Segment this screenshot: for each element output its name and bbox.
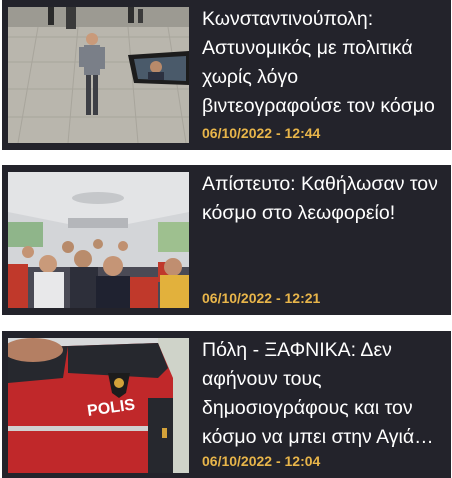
- article-date: 06/10/2022 - 12:04: [202, 453, 321, 469]
- article-card[interactable]: POLIS Πόλη - ΞΑΦΝΙΚΑ: Δεν αφήνουν τους δ…: [2, 331, 451, 478]
- article-thumbnail[interactable]: POLIS: [8, 338, 189, 473]
- article-title[interactable]: Πόλη - ΞΑΦΝΙΚΑ: Δεν αφήνουν τους δημοσιο…: [202, 336, 443, 452]
- article-thumbnail[interactable]: [8, 7, 189, 143]
- article-date: 06/10/2022 - 12:21: [202, 290, 321, 306]
- news-feed: Κωνσταντινούπολη: Αστυνομικός με πολιτικ…: [0, 0, 452, 478]
- article-title[interactable]: Απίστευτο: Καθήλωσαν τον κόσμο στο λεωφο…: [202, 170, 443, 228]
- article-date: 06/10/2022 - 12:44: [202, 125, 321, 141]
- article-title[interactable]: Κωνσταντινούπολη: Αστυνομικός με πολιτικ…: [202, 5, 443, 121]
- article-card[interactable]: Κωνσταντινούπολη: Αστυνομικός με πολιτικ…: [2, 0, 451, 150]
- article-info: Πόλη - ΞΑΦΝΙΚΑ: Δεν αφήνουν τους δημοσιο…: [202, 336, 443, 478]
- article-card[interactable]: Απίστευτο: Καθήλωσαν τον κόσμο στο λεωφο…: [2, 165, 451, 315]
- article-thumbnail[interactable]: [8, 172, 189, 308]
- article-info: Απίστευτο: Καθήλωσαν τον κόσμο στο λεωφο…: [202, 170, 443, 315]
- article-info: Κωνσταντινούπολη: Αστυνομικός με πολιτικ…: [202, 5, 443, 150]
